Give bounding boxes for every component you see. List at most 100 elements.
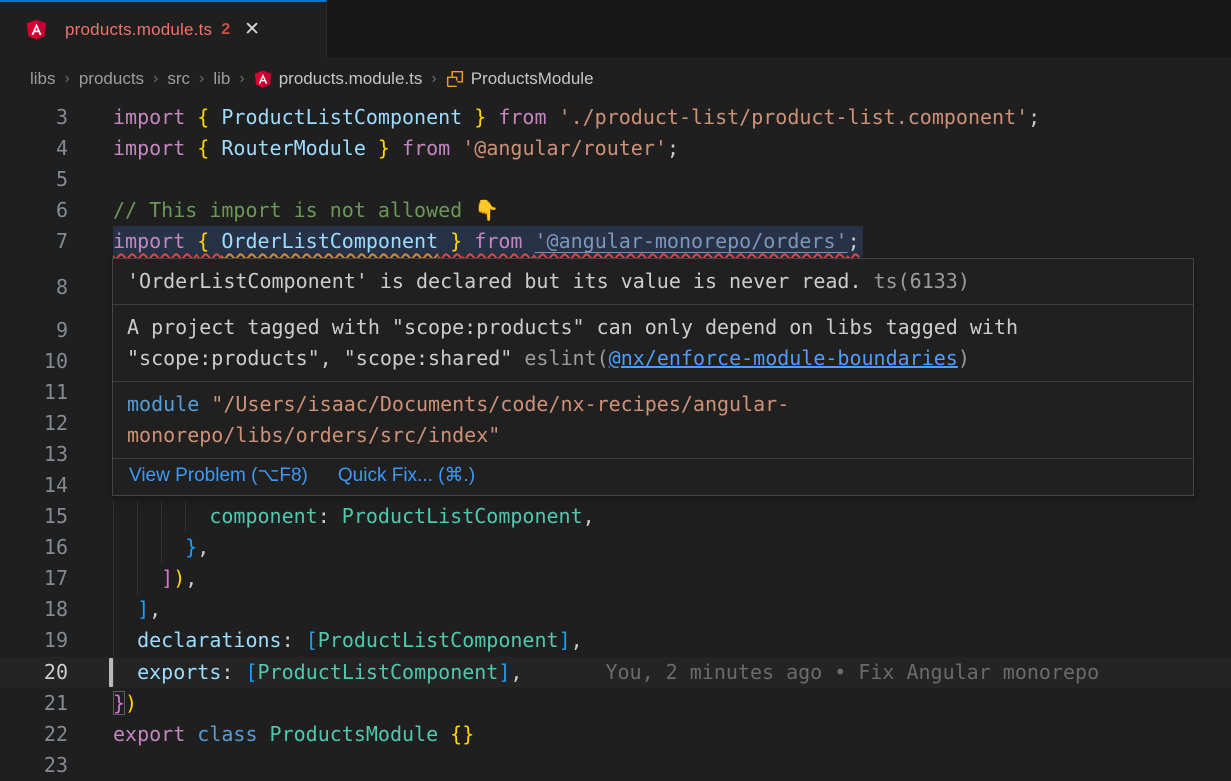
code-token: , xyxy=(510,660,522,684)
line-number[interactable]: 3 xyxy=(0,102,68,133)
code-line-4[interactable]: 4 import { RouterModule } from '@angular/… xyxy=(0,133,1231,164)
code-line-18[interactable]: 18 ], xyxy=(0,594,1231,625)
code-text: import { RouterModule } from '@angular/r… xyxy=(113,133,679,164)
tab-products-module[interactable]: products.module.ts 2 ✕ xyxy=(0,0,327,57)
line-number[interactable]: 8 xyxy=(0,272,68,303)
line-number[interactable]: 18 xyxy=(0,594,68,625)
line-number[interactable]: 20 xyxy=(0,657,68,688)
code-token: , xyxy=(185,566,197,590)
view-problem-link[interactable]: View Problem (⌥F8) xyxy=(129,463,308,489)
breadcrumb-item-products[interactable]: products xyxy=(79,69,144,89)
code-token: import xyxy=(113,105,197,129)
eslint-source-close: ) xyxy=(958,346,970,370)
code-token: ] xyxy=(498,660,510,684)
code-text: exports: [ProductListComponent],You, 2 m… xyxy=(113,657,1099,688)
code-token: ProductListComponent xyxy=(342,504,583,528)
git-blame-annotation: You, 2 minutes ago • Fix Angular monorep… xyxy=(605,660,1099,684)
code-line-16[interactable]: 16 }, xyxy=(0,532,1231,563)
code-token: ; xyxy=(667,136,679,160)
line-number[interactable]: 16 xyxy=(0,532,68,563)
chevron-right-icon: › xyxy=(199,70,204,88)
code-token: { xyxy=(197,136,221,160)
code-line-15[interactable]: 15 component: ProductListComponent, xyxy=(0,501,1231,532)
code-line-7[interactable]: 7 import { OrderListComponent } from '@an… xyxy=(0,226,1231,257)
code-token: } xyxy=(438,229,462,253)
tab-problem-count-badge: 2 xyxy=(221,21,230,39)
code-line-5[interactable]: 5 xyxy=(0,164,1231,195)
code-line-6[interactable]: 6 // This import is not allowed 👇 xyxy=(0,195,1231,226)
breadcrumb-item-src[interactable]: src xyxy=(167,69,190,89)
code-line-3[interactable]: 3import { ProductListComponent } from '.… xyxy=(0,102,1231,133)
line-number[interactable]: 6 xyxy=(0,195,68,226)
eslint-rule-link[interactable]: @nx/enforce-module-boundaries xyxy=(609,346,958,370)
line-number[interactable]: 14 xyxy=(0,470,68,501)
code-token: { xyxy=(197,105,221,129)
line-number[interactable]: 11 xyxy=(0,377,68,408)
code-token: export xyxy=(113,722,197,746)
line-number[interactable]: 10 xyxy=(0,346,68,377)
code-token xyxy=(113,597,137,621)
quick-fix-link[interactable]: Quick Fix... (⌘.) xyxy=(338,463,475,489)
code-token: , xyxy=(571,628,583,652)
chevron-right-icon: › xyxy=(431,70,436,88)
code-text: declarations: [ProductListComponent], xyxy=(113,625,583,656)
code-line-22[interactable]: 22export class ProductsModule {} xyxy=(0,719,1231,750)
line-number[interactable]: 9 xyxy=(0,315,68,346)
code-token: , xyxy=(197,535,209,559)
line-number[interactable]: 7 xyxy=(0,226,68,257)
chevron-right-icon: › xyxy=(65,70,70,88)
diagnostic-eslint-message: A project tagged with "scope:products" c… xyxy=(113,305,1193,382)
code-token: import xyxy=(113,136,197,160)
code-token xyxy=(113,628,137,652)
code-token: } xyxy=(366,136,390,160)
line-number[interactable]: 17 xyxy=(0,563,68,594)
close-icon[interactable]: ✕ xyxy=(244,20,260,39)
line-number[interactable]: 23 xyxy=(0,750,68,781)
code-token: , xyxy=(149,597,161,621)
line-number[interactable]: 13 xyxy=(0,439,68,470)
code-token: component xyxy=(209,504,317,528)
code-token: } xyxy=(113,691,125,715)
line-number[interactable]: 15 xyxy=(0,501,68,532)
code-line-21[interactable]: 21}) xyxy=(0,688,1231,719)
chevron-right-icon: › xyxy=(239,70,244,88)
module-keyword: module xyxy=(127,392,199,416)
code-token: from xyxy=(390,136,462,160)
breadcrumb-item-lib[interactable]: lib xyxy=(213,69,230,89)
code-token: // This import is not allowed 👇 xyxy=(113,198,499,222)
code-token xyxy=(113,566,161,590)
line-number[interactable]: 5 xyxy=(0,164,68,195)
code-token: ProductsModule xyxy=(270,722,439,746)
code-text: component: ProductListComponent, xyxy=(113,501,595,532)
code-token: ] xyxy=(137,597,149,621)
code-line-19[interactable]: 19 declarations: [ProductListComponent], xyxy=(0,625,1231,656)
line-number[interactable]: 19 xyxy=(0,625,68,656)
code-token: from xyxy=(486,105,558,129)
code-token: ProductListComponent xyxy=(258,660,499,684)
code-line-20[interactable]: 20 exports: [ProductListComponent],You, … xyxy=(0,657,1231,688)
breadcrumb-item-symbol[interactable]: ProductsModule xyxy=(471,69,594,89)
diagnostic-eslint-line1: A project tagged with "scope:products" c… xyxy=(127,312,1179,343)
breadcrumb-item-file[interactable]: products.module.ts xyxy=(279,69,423,89)
code-token: ; xyxy=(848,229,860,253)
code-text: import { OrderListComponent } from '@ang… xyxy=(113,226,863,257)
hover-widget: 'OrderListComponent' is declared but its… xyxy=(112,258,1194,496)
line-number[interactable]: 4 xyxy=(0,133,68,164)
code-token: , xyxy=(583,504,595,528)
symbol-class-icon xyxy=(446,70,464,88)
diagnostic-ts-source: ts(6133) xyxy=(862,269,970,293)
code-line-17[interactable]: 17 ]), xyxy=(0,563,1231,594)
line-number[interactable]: 12 xyxy=(0,408,68,439)
code-token: : xyxy=(318,504,342,528)
line-number[interactable]: 21 xyxy=(0,688,68,719)
code-line-23[interactable]: 23 xyxy=(0,750,1231,781)
module-path-line2: monorepo/libs/orders/src/index" xyxy=(127,420,1179,451)
tab-bar: products.module.ts 2 ✕ xyxy=(0,0,1231,57)
breadcrumb-item-libs[interactable]: libs xyxy=(30,69,56,89)
module-info-line1: module "/Users/isaac/Documents/code/nx-r… xyxy=(127,389,1179,420)
code-token: ProductListComponent xyxy=(318,628,559,652)
code-token: exports xyxy=(137,660,221,684)
hover-action-bar: View Problem (⌥F8) Quick Fix... (⌘.) xyxy=(113,459,1193,495)
module-info: module "/Users/isaac/Documents/code/nx-r… xyxy=(113,382,1193,459)
line-number[interactable]: 22 xyxy=(0,719,68,750)
